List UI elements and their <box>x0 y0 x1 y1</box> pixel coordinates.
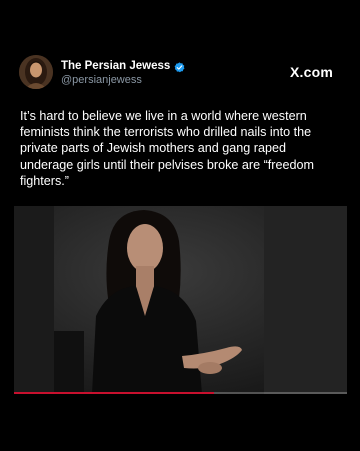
video-progress-bar[interactable] <box>14 392 347 394</box>
post-screenshot: The Persian Jewess @persianjewess X.com … <box>0 0 360 451</box>
post-header: The Persian Jewess @persianjewess X.com <box>19 55 341 91</box>
video-progress-fill <box>14 392 214 394</box>
author-info: The Persian Jewess @persianjewess <box>61 58 185 86</box>
video-frame <box>14 206 347 394</box>
author-display-name[interactable]: The Persian Jewess <box>61 60 170 72</box>
profile-avatar-icon[interactable] <box>19 55 53 89</box>
x-brand-label: X.com <box>289 64 333 80</box>
author-handle[interactable]: @persianjewess <box>61 74 185 86</box>
video-player[interactable] <box>14 206 347 394</box>
verified-badge-icon <box>174 60 185 73</box>
post-text: It’s hard to believe we live in a world … <box>20 109 315 188</box>
